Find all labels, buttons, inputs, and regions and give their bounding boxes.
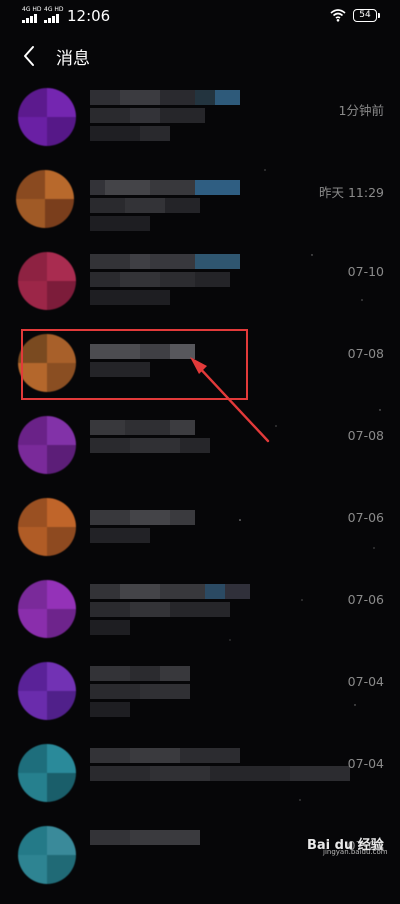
blurred-preview (90, 216, 150, 231)
message-time: 07-04 (347, 756, 384, 771)
avatar (18, 88, 76, 146)
blurred-preview (90, 198, 200, 213)
blurred-preview (90, 602, 230, 617)
blurred-name (90, 748, 240, 763)
blurred-preview (90, 528, 150, 543)
signal-2-label: 4G HD (44, 6, 64, 13)
wifi-icon (330, 9, 346, 22)
avatar (18, 826, 76, 884)
message-time: 07-04 (347, 674, 384, 689)
blurred-preview (90, 684, 190, 699)
battery-level: 54 (359, 10, 371, 20)
message-time: 07-06 (347, 592, 384, 607)
blurred-preview (90, 438, 210, 453)
blurred-name (90, 666, 190, 681)
blurred-name (90, 90, 240, 105)
avatar (18, 416, 76, 474)
highlight-box (21, 329, 248, 400)
list-item[interactable]: 07-04 (0, 740, 400, 822)
message-time: 07-06 (347, 510, 384, 525)
blurred-name (90, 830, 200, 845)
blurred-name (90, 584, 250, 599)
battery-icon: 54 (353, 9, 380, 22)
status-time: 12:06 (67, 7, 111, 25)
list-item[interactable]: 1分钟前 (0, 84, 400, 166)
avatar (18, 580, 76, 638)
blurred-preview (90, 290, 170, 305)
message-time: 昨天 11:29 (319, 185, 384, 200)
message-time: 07-08 (347, 428, 384, 443)
signal-1-label: 4G HD (22, 6, 42, 13)
avatar (18, 662, 76, 720)
blurred-name (90, 510, 195, 525)
list-item[interactable]: 昨天 11:29 (0, 166, 400, 248)
blurred-preview (90, 620, 130, 635)
list-item[interactable]: 07-04 (0, 658, 400, 740)
avatar (18, 252, 76, 310)
list-item[interactable]: 07-06 (0, 494, 400, 576)
chevron-left-icon[interactable] (16, 42, 44, 70)
blurred-name (90, 420, 195, 435)
page-title: 消息 (56, 49, 90, 69)
blurred-preview (90, 108, 220, 123)
avatar (18, 498, 76, 556)
blurred-preview (90, 272, 230, 287)
signal-2-icon: 4G HD (44, 6, 66, 24)
message-time: 07-08 (347, 346, 384, 361)
blurred-name (90, 180, 240, 195)
signal-1-icon: 4G HD (22, 6, 44, 24)
avatar (16, 170, 74, 228)
status-bar: 4G HD 4G HD 12:06 54 (0, 0, 400, 34)
blurred-preview (90, 702, 130, 717)
list-item[interactable]: 07-10 (0, 248, 400, 330)
blurred-name (90, 254, 240, 269)
avatar (18, 744, 76, 802)
blurred-preview (90, 766, 350, 781)
watermark-url: jingyan.baidu.com (323, 848, 388, 856)
message-time: 07-10 (347, 264, 384, 279)
list-item[interactable]: 07-08 (0, 412, 400, 494)
blurred-preview (90, 126, 170, 141)
list-item[interactable]: 07-06 (0, 576, 400, 658)
message-time: 1分钟前 (338, 103, 384, 118)
